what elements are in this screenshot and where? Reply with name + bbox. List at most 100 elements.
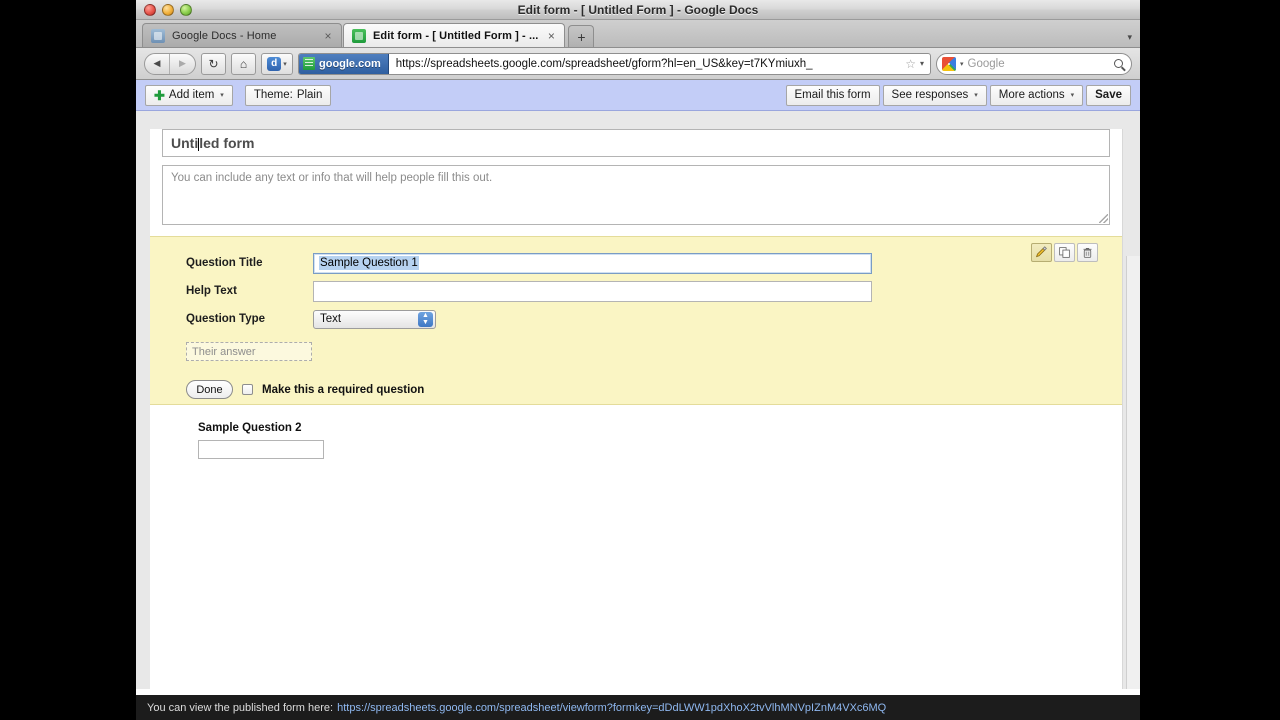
window-title: Edit form - [ Untitled Form ] - Google D… [517,3,759,17]
toolbar-right-group: Email this form See responses ▾ More act… [785,84,1131,106]
question-two-input[interactable] [198,440,324,459]
url-text[interactable]: https://spreadsheets.google.com/spreadsh… [389,58,903,70]
browser-window: Edit form - [ Untitled Form ] - Google D… [136,0,1140,720]
tab-overflow-icon[interactable]: ▾ [1127,32,1132,43]
form-page: Unti led form You can include any text or… [150,129,1123,689]
form-title-text-after: led form [199,135,255,151]
form-title-text-before: Unti [171,135,199,151]
search-icon[interactable] [1114,59,1123,68]
answer-preview-field: Their answer [186,342,312,361]
theme-value: Plain [296,89,323,101]
search-engine-chevron-icon[interactable]: ▾ [960,60,964,68]
theme-button[interactable]: Theme: Plain [244,84,332,106]
save-button[interactable]: Save [1086,84,1131,106]
help-text-input[interactable] [313,280,872,302]
tab-label: Edit form - [ Untitled Form ] - ... [373,29,539,42]
forms-toolbar: ✚ Add item ▾ Theme: Plain Email this for… [136,80,1140,111]
required-question-label: Make this a required question [262,383,425,396]
back-button[interactable]: ◀ [145,53,170,74]
text-cursor [198,137,200,151]
chevron-down-icon: ▾ [1070,92,1075,99]
chevron-down-icon: ▾ [974,92,978,99]
question-type-label: Question Type [186,313,266,325]
minimize-window-button[interactable] [162,3,174,16]
trash-icon [1083,248,1092,258]
see-responses-label: See responses [891,89,969,101]
add-item-label: Add item [168,89,215,101]
done-button[interactable]: Done [186,380,233,399]
search-input[interactable]: Google [968,58,1110,70]
help-text-label: Help Text [186,285,237,297]
new-tab-button[interactable]: + [568,25,595,47]
question-two-title: Sample Question 2 [198,422,302,434]
google-icon [942,56,956,71]
add-item-button[interactable]: ✚ Add item ▾ [145,84,233,106]
status-bar: You can view the published form here: ht… [136,695,1140,720]
see-responses-button[interactable]: See responses ▾ [882,84,987,106]
question-type-row: Question Type Text ▲ ▼ [150,305,1122,333]
tab-strip: Google Docs - Home × Edit form - [ Untit… [136,20,1140,48]
zoom-window-button[interactable] [180,3,192,16]
toolbar-left-group: ✚ Add item ▾ Theme: Plain [145,84,332,106]
site-favicon-icon [303,57,315,70]
help-text-row: Help Text [150,277,1122,305]
question-title-label: Question Title [186,257,263,269]
more-actions-label: More actions [998,89,1065,101]
back-forward-group: ◀ ▶ [144,52,196,75]
required-question-checkbox[interactable] [242,384,253,395]
status-message: You can view the published form here: [147,701,334,714]
extension-button[interactable]: d ▾ [261,52,293,75]
question-title-input[interactable]: Sample Question 1 [313,252,872,274]
question-two: Sample Question 2 [198,422,1110,459]
form-title-input[interactable]: Unti led form [162,129,1110,157]
question-editor-panel: Question Title Sample Question 1 Help Te… [150,236,1122,405]
answer-placeholder: Their answer [192,345,256,358]
document-area: Unti led form You can include any text or… [136,111,1140,689]
extension-icon: d [267,56,282,71]
form-description-placeholder: You can include any text or info that wi… [171,172,493,184]
duplicate-question-button[interactable] [1054,243,1075,262]
pencil-icon [1035,246,1047,258]
question-tools [1031,243,1098,262]
resize-grip-icon[interactable] [1099,214,1108,223]
forward-button[interactable]: ▶ [170,54,195,74]
bookmark-star-icon[interactable]: ☆ [903,57,918,71]
reload-button[interactable]: ↻ [201,52,226,75]
close-window-button[interactable] [144,3,156,16]
edit-question-button[interactable] [1031,243,1052,262]
address-dropdown-icon[interactable]: ▾ [918,59,930,68]
site-identity-badge[interactable]: google.com [299,53,389,74]
question-type-value: Text [320,313,342,325]
form-description-input[interactable]: You can include any text or info that wi… [162,165,1110,225]
tab-edit-form[interactable]: Edit form - [ Untitled Form ] - ... × [343,23,566,47]
email-this-form-button[interactable]: Email this form [785,84,880,106]
delete-question-button[interactable] [1077,243,1098,262]
question-title-value: Sample Question 1 [319,256,419,270]
tab-close-icon[interactable]: × [544,29,558,43]
window-controls [136,3,192,16]
question-type-select[interactable]: Text ▲ ▼ [313,309,436,329]
chevron-down-icon: ▾ [283,60,287,68]
home-button[interactable]: ⌂ [231,52,256,75]
screen: Edit form - [ Untitled Form ] - Google D… [0,0,1280,720]
search-box[interactable]: ▾ Google [936,52,1132,75]
site-identity-label: google.com [319,57,381,70]
tab-close-icon[interactable]: × [321,29,335,43]
form-favicon-icon [352,28,366,43]
more-actions-button[interactable]: More actions ▾ [989,84,1084,106]
question-actions-row: Done Make this a required question [186,380,1122,399]
stepper-arrows-icon[interactable]: ▲ ▼ [418,311,433,327]
docs-favicon-icon [151,28,165,43]
question-title-row: Question Title Sample Question 1 [150,249,1122,277]
window-titlebar: Edit form - [ Untitled Form ] - Google D… [136,0,1140,20]
duplicate-icon [1059,247,1070,258]
published-form-link[interactable]: https://spreadsheets.google.com/spreadsh… [337,702,886,714]
tab-label: Google Docs - Home [172,29,277,42]
chevron-down-icon: ▾ [220,92,224,99]
plus-icon: ✚ [154,87,165,103]
tab-google-docs-home[interactable]: Google Docs - Home × [142,23,342,47]
navigation-bar: ◀ ▶ ↻ ⌂ d ▾ google.com https://spreadshe… [136,48,1140,80]
theme-label: Theme: [253,89,293,101]
vertical-scrollbar[interactable] [1126,256,1140,689]
address-bar[interactable]: google.com https://spreadsheets.google.c… [298,52,931,75]
